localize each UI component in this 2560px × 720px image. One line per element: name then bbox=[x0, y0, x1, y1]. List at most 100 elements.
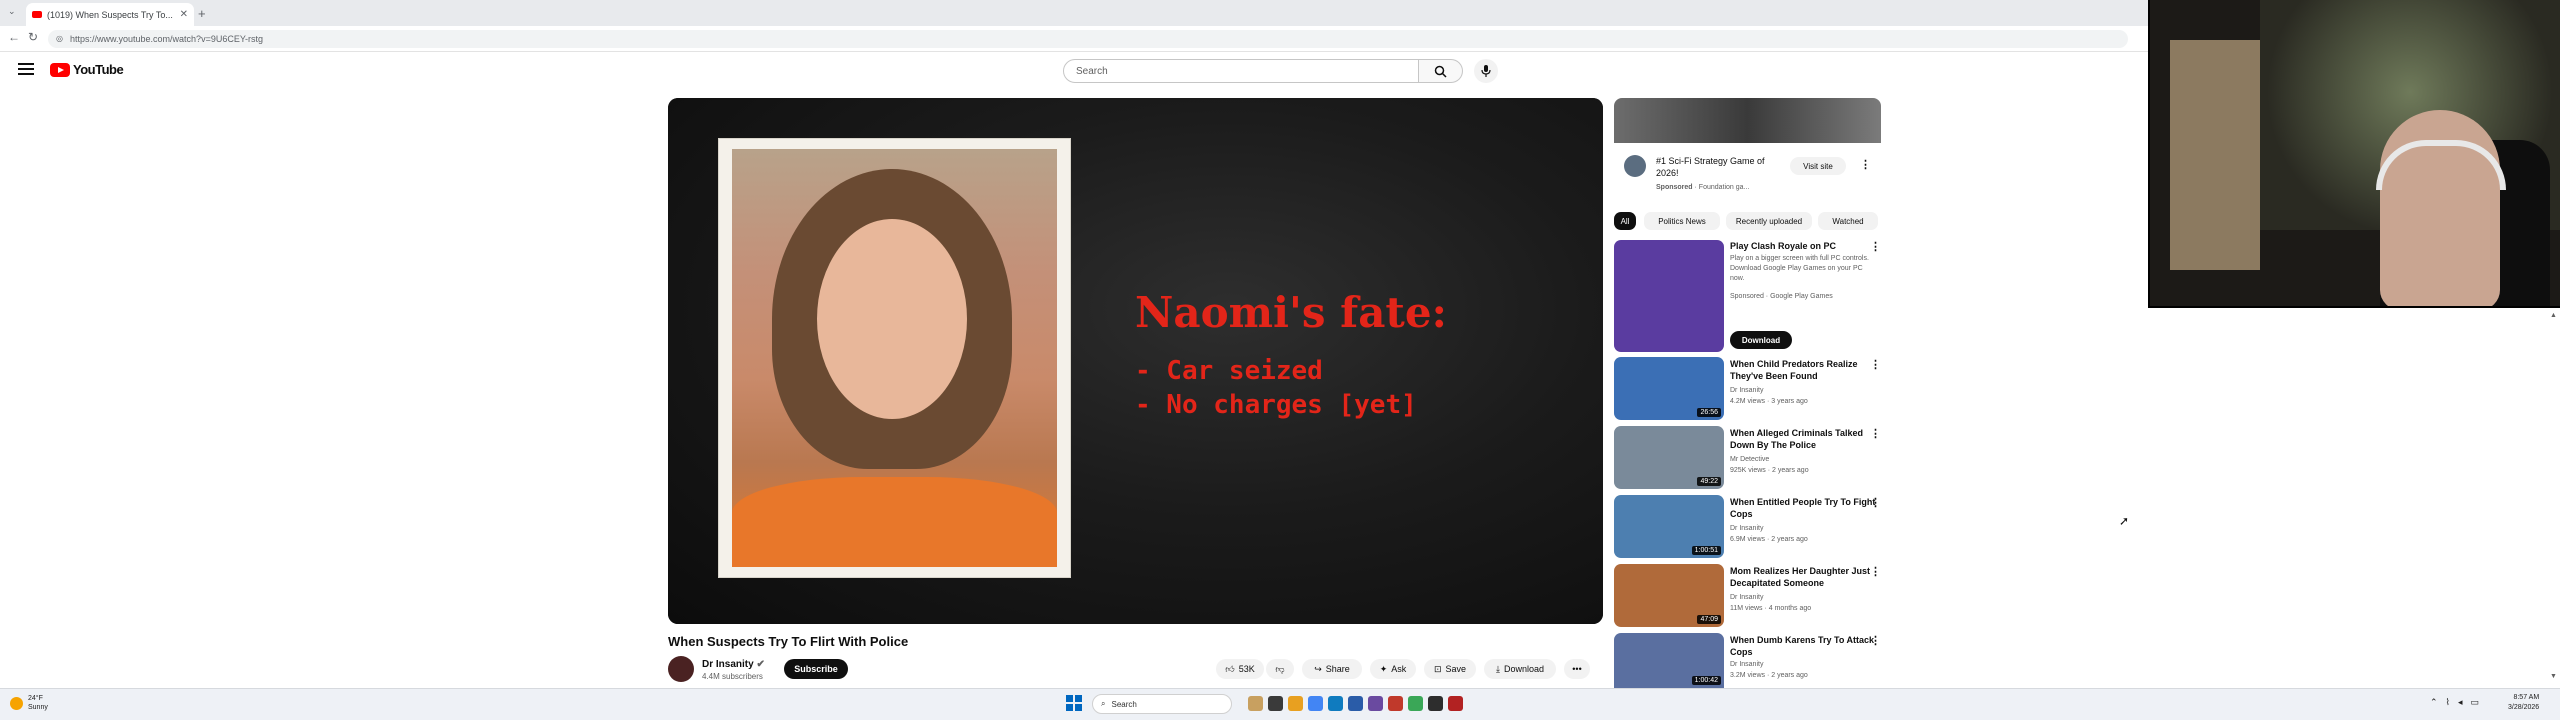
more-horizontal-icon: ••• bbox=[1572, 664, 1582, 674]
video-player[interactable]: Naomi's fate: - Car seized - No charges … bbox=[668, 98, 1603, 624]
channel-avatar[interactable] bbox=[668, 656, 694, 682]
youtube-logo[interactable]: YouTube bbox=[50, 62, 124, 77]
app-icon[interactable] bbox=[1388, 696, 1403, 711]
ask-label: Ask bbox=[1391, 664, 1407, 674]
more-options-icon[interactable]: ⋮ bbox=[1870, 240, 1881, 253]
download-icon: ⤓ bbox=[1495, 663, 1500, 674]
ad-advertiser: Foundation ga... bbox=[1698, 184, 1750, 191]
share-button[interactable]: ↪ Share bbox=[1302, 659, 1362, 679]
sponsored-meta: Sponsored · Google Play Games bbox=[1730, 293, 1833, 300]
video-channel[interactable]: Mr Detective bbox=[1730, 455, 1878, 465]
dislike-button[interactable]: 👎︎ bbox=[1266, 659, 1294, 679]
video-channel[interactable]: Dr Insanity bbox=[1730, 593, 1878, 603]
scroll-down-icon[interactable]: ▼ bbox=[2550, 673, 2557, 680]
windows-start-icon[interactable] bbox=[1066, 695, 1082, 711]
video-duration: 1:00:51 bbox=[1691, 546, 1721, 555]
search-button[interactable] bbox=[1419, 59, 1463, 83]
widgets-icon[interactable] bbox=[1248, 696, 1263, 711]
video-thumbnail[interactable]: 1:00:42 bbox=[1614, 633, 1724, 688]
url-bar[interactable]: ◎ https://www.youtube.com/watch?v=9U6CEY… bbox=[48, 30, 2128, 48]
video-thumbnail[interactable]: 26:56 bbox=[1614, 357, 1724, 420]
weather-widget[interactable]: 24°F Sunny bbox=[10, 694, 48, 712]
taskbar-search-label: Search bbox=[1111, 699, 1137, 709]
scroll-up-icon[interactable]: ▲ bbox=[2550, 312, 2557, 319]
video-title-link[interactable]: When Entitled People Try To Fight Cops bbox=[1730, 496, 1878, 520]
video-stats: 6.9M views · 2 years ago bbox=[1730, 536, 1808, 543]
reload-icon[interactable]: ↻ bbox=[28, 30, 38, 44]
video-duration: 26:56 bbox=[1697, 408, 1721, 417]
battery-icon[interactable]: ▭ bbox=[2470, 697, 2479, 708]
volume-icon[interactable]: ◂ bbox=[2458, 697, 2463, 708]
chip-recently-uploaded[interactable]: Recently uploaded bbox=[1726, 212, 1812, 230]
channel-name[interactable]: Dr Insanity ✔ bbox=[702, 659, 765, 670]
browser-tab[interactable]: (1019) When Suspects Try To... ✕ bbox=[26, 3, 194, 26]
chevron-up-icon[interactable]: ⌃ bbox=[2430, 697, 2438, 708]
video-channel[interactable]: Dr Insanity bbox=[1730, 660, 1878, 670]
taskbar-clock[interactable]: 8:57 AM 3/28/2026 bbox=[2508, 693, 2539, 713]
search-input[interactable]: Search bbox=[1063, 59, 1419, 83]
video-duration: 49:22 bbox=[1697, 477, 1721, 486]
search-icon bbox=[1434, 65, 1447, 78]
video-thumbnail[interactable]: 49:22 bbox=[1614, 426, 1724, 489]
file-explorer-icon[interactable] bbox=[1288, 696, 1303, 711]
download-button[interactable]: ⤓ Download bbox=[1484, 659, 1556, 679]
ad-banner[interactable] bbox=[1614, 98, 1881, 143]
more-options-icon[interactable]: ⋮ bbox=[1870, 565, 1881, 578]
back-icon[interactable]: ← bbox=[8, 30, 20, 44]
app-icon[interactable] bbox=[1448, 696, 1463, 711]
chrome-icon[interactable] bbox=[1308, 696, 1323, 711]
save-button[interactable]: ⊡ Save bbox=[1424, 659, 1476, 679]
spotify-icon[interactable] bbox=[1408, 696, 1423, 711]
video-thumbnail[interactable]: 47:09 bbox=[1614, 564, 1724, 627]
chip-watched[interactable]: Watched bbox=[1818, 212, 1878, 230]
sponsored-description: Play on a bigger screen with full PC con… bbox=[1730, 255, 1869, 282]
discord-icon[interactable] bbox=[1368, 696, 1383, 711]
close-tab-icon[interactable]: ✕ bbox=[180, 9, 188, 20]
video-channel[interactable]: Dr Insanity bbox=[1730, 524, 1878, 534]
video-overlay-line: - Car seized bbox=[1135, 356, 1323, 386]
sun-icon bbox=[10, 696, 23, 710]
hamburger-icon[interactable] bbox=[18, 63, 34, 75]
channel-name-text: Dr Insanity bbox=[702, 659, 754, 670]
video-stats: 11M views · 4 months ago bbox=[1730, 605, 1812, 612]
download-label: Download bbox=[1503, 664, 1544, 674]
like-button[interactable]: 👍︎ 53K bbox=[1216, 659, 1264, 679]
more-actions-button[interactable]: ••• bbox=[1564, 659, 1590, 679]
app-icon[interactable] bbox=[1428, 696, 1443, 711]
voice-search-button[interactable] bbox=[1474, 59, 1498, 83]
video-title-link[interactable]: Mom Realizes Her Daughter Just Decapitat… bbox=[1730, 565, 1878, 589]
video-title-link[interactable]: When Dumb Karens Try To Attack Cops bbox=[1730, 634, 1878, 658]
site-info-icon[interactable]: ◎ bbox=[56, 34, 63, 43]
new-tab-button[interactable]: + bbox=[198, 6, 206, 21]
video-thumbnail[interactable]: 1:00:51 bbox=[1614, 495, 1724, 558]
app-icon[interactable] bbox=[1348, 696, 1363, 711]
edge-icon[interactable] bbox=[1328, 696, 1343, 711]
mugshot-image bbox=[732, 149, 1057, 567]
more-options-icon[interactable]: ⋮ bbox=[1870, 634, 1881, 647]
sponsored-title[interactable]: Play Clash Royale on PC bbox=[1730, 240, 1878, 252]
task-view-icon[interactable] bbox=[1268, 696, 1283, 711]
visit-site-button[interactable]: Visit site bbox=[1790, 157, 1846, 175]
chip-all[interactable]: All bbox=[1614, 212, 1636, 230]
video-channel[interactable]: Dr Insanity bbox=[1730, 386, 1878, 396]
taskbar-search[interactable]: ⌕ Search bbox=[1092, 694, 1232, 714]
video-title-link[interactable]: When Alleged Criminals Talked Down By Th… bbox=[1730, 427, 1878, 451]
more-options-icon[interactable]: ⋮ bbox=[1870, 358, 1881, 371]
tab-title: (1019) When Suspects Try To... bbox=[47, 9, 173, 20]
sponsored-download-button[interactable]: Download bbox=[1730, 331, 1792, 349]
more-options-icon[interactable]: ⋮ bbox=[1870, 427, 1881, 440]
sparkle-icon: ✦ bbox=[1379, 663, 1388, 674]
chip-politics-news[interactable]: Politics News bbox=[1644, 212, 1720, 230]
ask-button[interactable]: ✦ Ask bbox=[1370, 659, 1416, 679]
network-icon[interactable]: ⌇ bbox=[2446, 697, 2450, 708]
ad-more-icon[interactable]: ⋮ bbox=[1860, 158, 1871, 171]
ad-title[interactable]: #1 Sci-Fi Strategy Game of 2026! bbox=[1656, 155, 1776, 179]
video-duration: 1:00:42 bbox=[1691, 676, 1721, 685]
system-tray[interactable]: ⌃ ⌇ ◂ ▭ bbox=[2430, 697, 2479, 708]
subscribe-button[interactable]: Subscribe bbox=[784, 659, 848, 679]
sponsored-thumbnail[interactable] bbox=[1614, 240, 1724, 352]
advertiser-avatar[interactable] bbox=[1624, 155, 1646, 177]
tab-list-icon[interactable]: ⌄ bbox=[8, 6, 16, 17]
video-title-link[interactable]: When Child Predators Realize They've Bee… bbox=[1730, 358, 1878, 382]
more-options-icon[interactable]: ⋮ bbox=[1870, 496, 1881, 509]
